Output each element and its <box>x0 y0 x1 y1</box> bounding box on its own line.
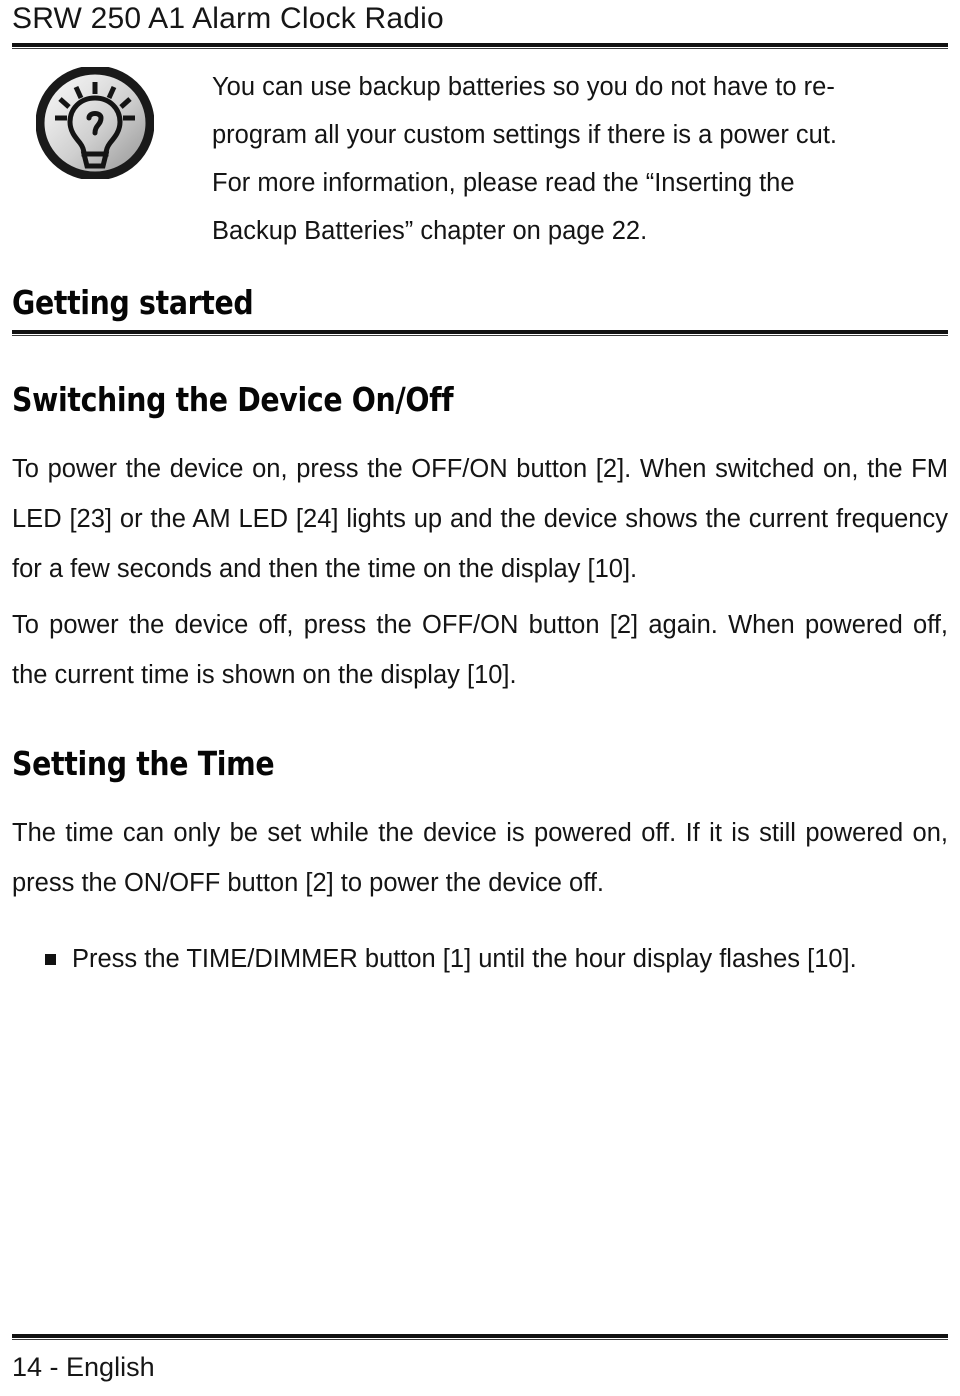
square-bullet-icon <box>45 954 56 965</box>
tip-line-4: Backup Batteries” chapter on page 22. <box>212 217 648 245</box>
paragraph-setting-time: The time can only be set while the devic… <box>12 819 948 897</box>
document-page: SRW 250 A1 Alarm Clock Radio You can use… <box>0 0 960 1396</box>
running-header: SRW 250 A1 Alarm Clock Radio <box>12 2 444 35</box>
chapter-heading-rule <box>12 330 948 336</box>
tip-line-1: You can use backup batteries so you do n… <box>212 73 835 101</box>
tip-line-2: program all your custom settings if ther… <box>212 121 838 149</box>
list-item: Press the TIME/DIMMER button [1] until t… <box>12 934 948 984</box>
instruction-list: Press the TIME/DIMMER button [1] until t… <box>12 934 948 984</box>
paragraph-power-on: To power the device on, press the OFF/ON… <box>12 455 948 583</box>
lightbulb-tip-icon <box>36 67 154 179</box>
header-rule <box>12 43 948 49</box>
list-item-label: Press the TIME/DIMMER button [1] until t… <box>72 945 857 973</box>
section-heading-switching: Switching the Device On/Off <box>12 380 454 419</box>
section-heading-setting-time: Setting the Time <box>12 744 275 783</box>
paragraph-power-off: To power the device off, press the OFF/O… <box>12 611 948 689</box>
tip-line-3: For more information, please read the “I… <box>212 169 795 197</box>
page-footer: 14 - English <box>12 1352 155 1382</box>
page-filler <box>12 984 948 1334</box>
tip-text: You can use backup batteries so you do n… <box>212 63 942 255</box>
tip-callout: You can use backup batteries so you do n… <box>12 63 948 255</box>
chapter-heading: Getting started <box>12 283 254 322</box>
